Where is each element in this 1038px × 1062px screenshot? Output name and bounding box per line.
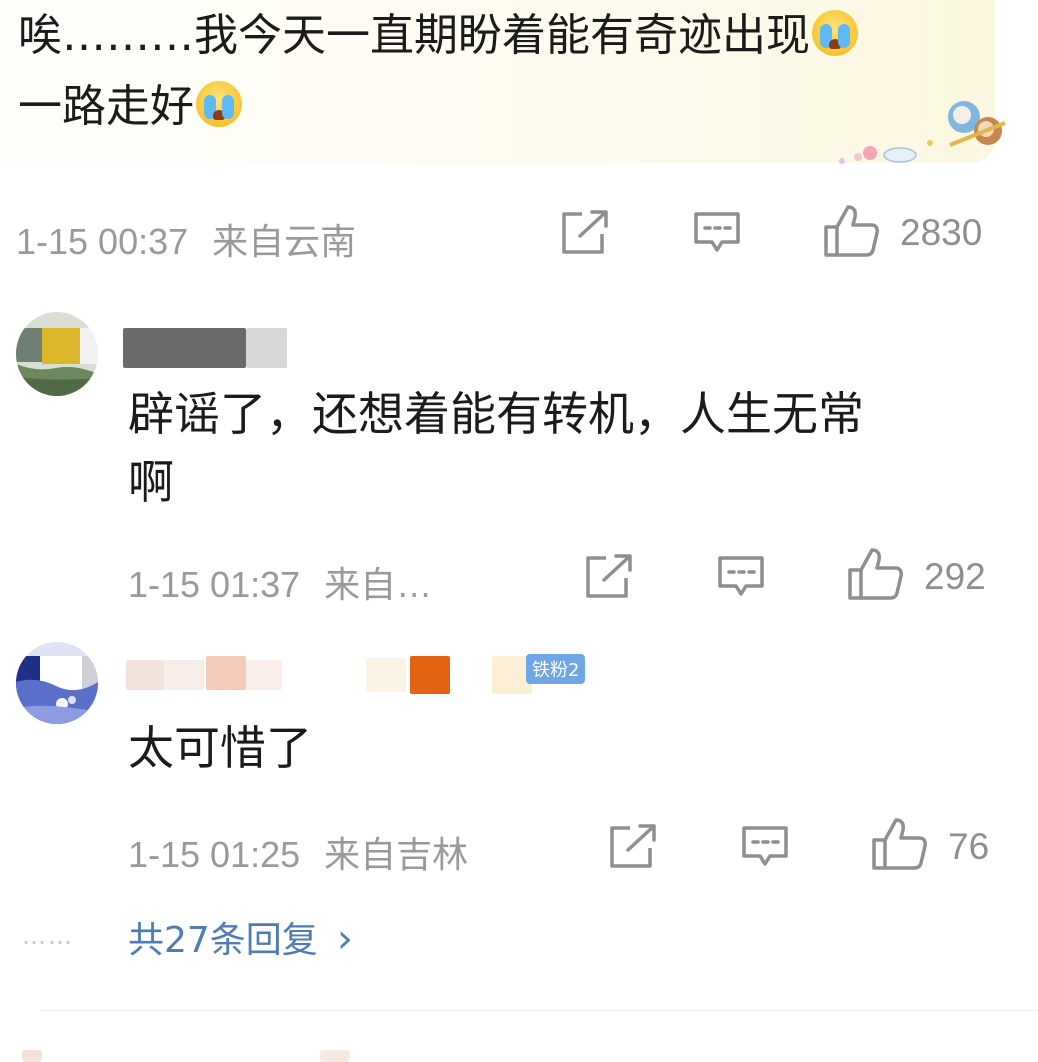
next-item-partial [320,1050,350,1062]
like-icon[interactable] [870,816,928,872]
more-replies-link[interactable]: 共27条回复 › [128,911,353,963]
crying-face-icon [196,81,242,127]
main-comment-line1: 唉………我今天一直期盼着能有奇迹出现 [18,6,858,66]
fan-badge: 铁粉2 [526,654,586,684]
location: 来自云南 [212,221,357,262]
reply-meta: 1-15 01:25 来自吉林 [128,826,468,878]
bubble-decoration [830,95,1010,173]
like-icon[interactable] [846,546,904,602]
timestamp: 1-15 01:37 [128,564,301,605]
chevron-right-icon: › [336,916,353,962]
like-icon[interactable] [822,203,880,259]
crying-face-icon [812,10,858,56]
share-icon[interactable] [608,824,658,870]
reply-text-line2: 啊 [128,455,174,509]
share-icon[interactable] [584,554,634,600]
main-comment-meta: 1-15 00:37 来自云南 [16,213,356,265]
divider [40,1010,1038,1011]
comment-icon[interactable] [692,210,742,256]
reply-text: 太可惜了 [128,714,1008,782]
avatar[interactable] [16,312,98,396]
next-item-partial [22,1050,42,1062]
like-count: 76 [948,826,990,867]
location: 来自吉林 [324,834,469,875]
timestamp: 1-15 01:25 [128,834,301,875]
comment-icon[interactable] [740,824,790,870]
username-redacted[interactable] [123,328,287,368]
location: 来自… [324,564,433,605]
main-comment-text: 唉………我今天一直期盼着能有奇迹出现 [18,10,810,61]
comment-icon[interactable] [716,554,766,600]
more-replies-label: 共27条回复 [128,920,318,961]
username-redacted[interactable]: 铁粉2 [126,654,586,696]
reply-text-line1: 太可惜了 [128,721,312,775]
share-icon[interactable] [560,210,610,256]
like-count: 292 [924,556,986,597]
reply-text-line1: 辟谣了，还想着能有转机，人生无常 [128,387,864,441]
main-comment-text-2: 一路走好 [18,81,194,132]
timestamp: 1-15 00:37 [16,221,189,262]
main-comment-line2: 一路走好 [18,77,242,137]
more-replies-dots: …… [22,922,74,950]
reply-text: 辟谣了，还想着能有转机，人生无常 啊 [128,380,1008,516]
like-count: 2830 [900,212,983,253]
avatar[interactable] [16,642,98,724]
reply-meta: 1-15 01:37 来自… [128,556,432,608]
